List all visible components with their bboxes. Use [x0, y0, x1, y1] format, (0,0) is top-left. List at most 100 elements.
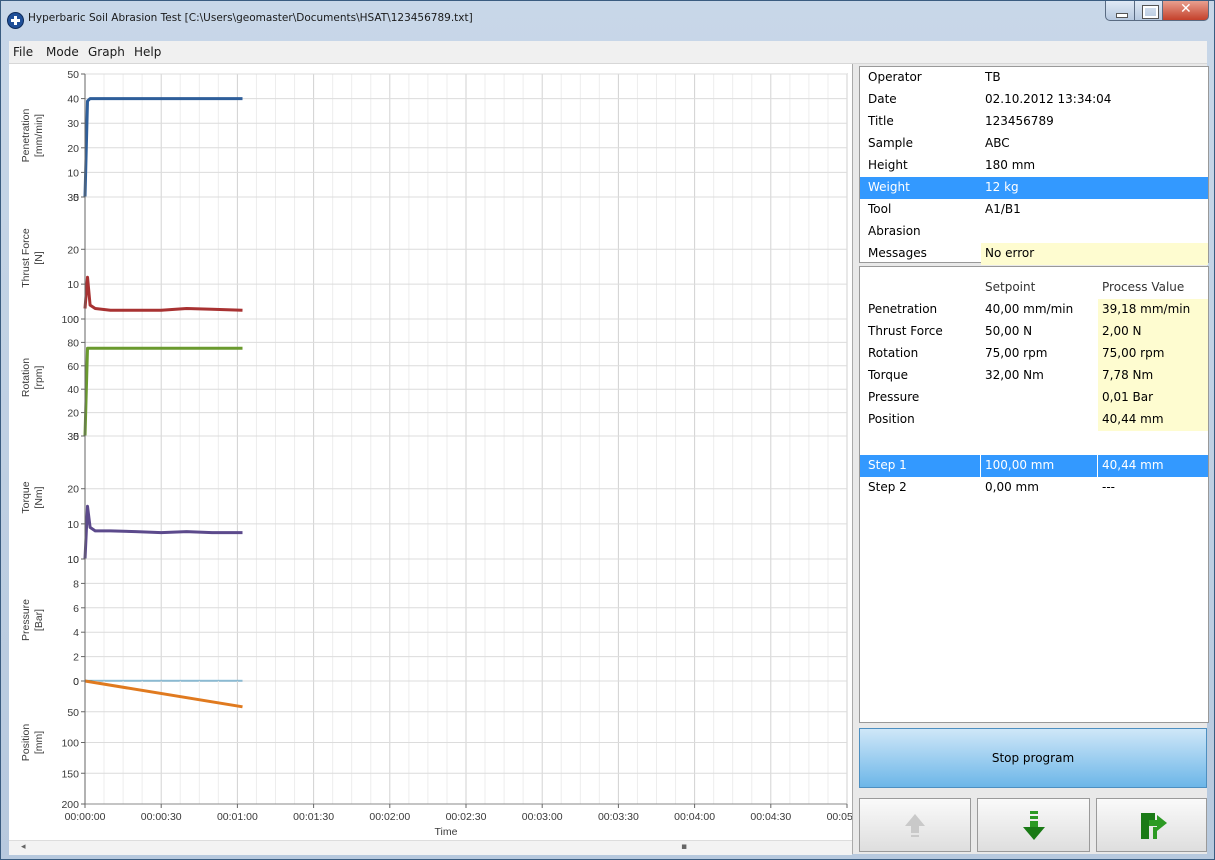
y-tick-label: 35 — [67, 192, 79, 204]
x-tick-label: 00:03:00 — [522, 811, 563, 823]
x-tick-label: 00:02:00 — [369, 811, 410, 823]
scroll-thumb-icon[interactable]: ▪ — [681, 842, 687, 852]
stacked-charts: 01020304050Penetration [mm/min]0102035Thr… — [20, 69, 852, 838]
process-header: Setpoint Process Value — [860, 277, 1208, 299]
y-tick-label: 20 — [67, 484, 79, 496]
x-axis-label: Time — [435, 826, 458, 838]
scroll-left-icon[interactable]: ◂ — [21, 842, 26, 852]
process-label: Thrust Force — [868, 324, 943, 338]
process-value-header: Process Value — [1102, 280, 1185, 294]
exit-icon — [1141, 813, 1167, 839]
x-tick-label: 00:04:00 — [674, 811, 715, 823]
setpoint-header: Setpoint — [985, 280, 1036, 294]
y-tick-label: 10 — [67, 279, 79, 291]
process-table: Setpoint Process Value Penetration 40,00 mm… — [859, 266, 1209, 723]
step-value: --- — [1102, 480, 1115, 494]
process-label: Penetration — [868, 302, 938, 316]
process-label: Position — [868, 412, 915, 426]
info-label: Date — [868, 92, 897, 106]
x-tick-label: 00:02:30 — [446, 811, 487, 823]
y-tick-label: 2 — [73, 652, 79, 664]
move-down-button[interactable] — [977, 798, 1090, 852]
process-value: 39,18 mm/min — [1098, 299, 1208, 321]
process-row[interactable]: Torque 32,00 Nm 7,78 Nm — [860, 365, 1208, 387]
y-tick-label: 20 — [67, 244, 79, 256]
y-tick-label: 6 — [73, 603, 79, 615]
x-tick-label: 00:00:30 — [141, 811, 182, 823]
process-value: 0,01 Bar — [1098, 387, 1208, 409]
y-tick-label: 60 — [67, 361, 79, 373]
y-axis-unit: [Nm] — [33, 486, 45, 508]
x-tick-label: 00:01:00 — [217, 811, 258, 823]
menu-mode[interactable]: Mode — [46, 45, 79, 59]
info-row[interactable]: Date 02.10.2012 13:34:04 — [860, 89, 1208, 111]
info-row[interactable]: Title 123456789 — [860, 111, 1208, 133]
app-window: Hyperbaric Soil Abrasion Test [C:\Users\… — [0, 0, 1215, 860]
menu-help[interactable]: Help — [134, 45, 161, 59]
menu-graph[interactable]: Graph — [88, 45, 125, 59]
y-axis-unit: [rpm] — [33, 365, 45, 389]
info-row[interactable]: Sample ABC — [860, 133, 1208, 155]
process-value: 2,00 N — [1098, 321, 1208, 343]
process-row[interactable]: Position 40,44 mm — [860, 409, 1208, 431]
info-value: 02.10.2012 13:34:04 — [985, 92, 1112, 106]
exit-button[interactable] — [1096, 798, 1207, 852]
minimize-button[interactable] — [1105, 1, 1135, 21]
process-label: Pressure — [868, 390, 920, 404]
process-label: Rotation — [868, 346, 919, 360]
info-row[interactable]: Abrasion — [860, 221, 1208, 243]
step-row[interactable]: Step 2 0,00 mm --- — [860, 477, 1208, 499]
title-bar[interactable]: Hyperbaric Soil Abrasion Test [C:\Users\… — [1, 1, 1214, 39]
y-tick-label: 40 — [67, 384, 79, 396]
app-logo-icon — [7, 12, 24, 29]
process-row[interactable]: Rotation 75,00 rpm 75,00 rpm — [860, 343, 1208, 365]
y-axis-unit: [Bar] — [33, 609, 45, 631]
menu-file[interactable]: File — [13, 45, 33, 59]
info-row[interactable]: Weight 12 kg — [860, 177, 1208, 199]
client-area: 0 10 20 30 40 50 Penetration [mm/min] 0 10 20 35 Thr… — [9, 64, 1209, 855]
info-label: Height — [868, 158, 908, 172]
info-row[interactable]: Height 180 mm — [860, 155, 1208, 177]
process-row[interactable]: Thrust Force 50,00 N 2,00 N — [860, 321, 1208, 343]
process-setpoint: 50,00 N — [985, 324, 1033, 338]
process-row[interactable]: Pressure 0,01 Bar — [860, 387, 1208, 409]
process-value: 75,00 rpm — [1098, 343, 1208, 365]
process-setpoint: 32,00 Nm — [985, 368, 1044, 382]
y-axis-unit: [mm/min] — [33, 114, 45, 157]
process-setpoint: 40,00 mm/min — [985, 302, 1074, 316]
close-icon: ✕ — [1180, 1, 1192, 17]
y-tick-label: 150 — [61, 768, 79, 780]
step-row[interactable]: Step 1 100,00 mm 40,44 mm — [860, 455, 1208, 477]
y-axis-unit: [N] — [33, 251, 45, 265]
y-tick-label: 20 — [67, 143, 79, 155]
info-row[interactable]: Tool A1/B1 — [860, 199, 1208, 221]
maximize-button[interactable] — [1134, 1, 1163, 21]
process-row[interactable]: Penetration 40,00 mm/min 39,18 mm/min — [860, 299, 1208, 321]
info-value: 180 mm — [985, 158, 1036, 172]
test-info-table: Operator TB Date 02.10.2012 13:34:04 Title 12… — [859, 66, 1209, 265]
y-axis-label: Pressure — [20, 599, 32, 641]
info-row[interactable]: Operator TB — [860, 67, 1208, 89]
x-tick-label: 00:01:30 — [293, 811, 334, 823]
info-value: TB — [985, 70, 1001, 84]
y-tick-label: 100 — [61, 314, 79, 326]
horizontal-scrollbar[interactable]: ◂ ▪ — [9, 840, 852, 855]
y-tick-label: 50 — [67, 707, 79, 719]
y-tick-label: 10 — [67, 167, 79, 179]
y-tick-label: 100 — [61, 738, 79, 750]
step-setpoint: 0,00 mm — [985, 480, 1039, 494]
chart-panel: 0 10 20 30 40 50 Penetration [mm/min] 0 10 20 35 Thr… — [9, 64, 853, 855]
x-tick-label: 00:00:00 — [65, 811, 106, 823]
y-axis-unit: [mm] — [33, 731, 45, 754]
x-tick-label: 00:05:00 — [827, 811, 852, 823]
close-button[interactable]: ✕ — [1162, 1, 1209, 21]
stop-program-button[interactable]: Stop program — [859, 728, 1207, 788]
arrow-up-icon — [905, 814, 925, 837]
process-setpoint: 75,00 rpm — [985, 346, 1048, 360]
info-value: No error — [981, 243, 1208, 265]
y-axis-label: Thrust Force — [20, 228, 32, 288]
info-row[interactable]: Messages No error — [860, 243, 1208, 265]
move-up-button[interactable] — [859, 798, 971, 852]
y-axis-label: Torque — [20, 481, 32, 513]
y-tick-label: 0 — [73, 676, 79, 688]
